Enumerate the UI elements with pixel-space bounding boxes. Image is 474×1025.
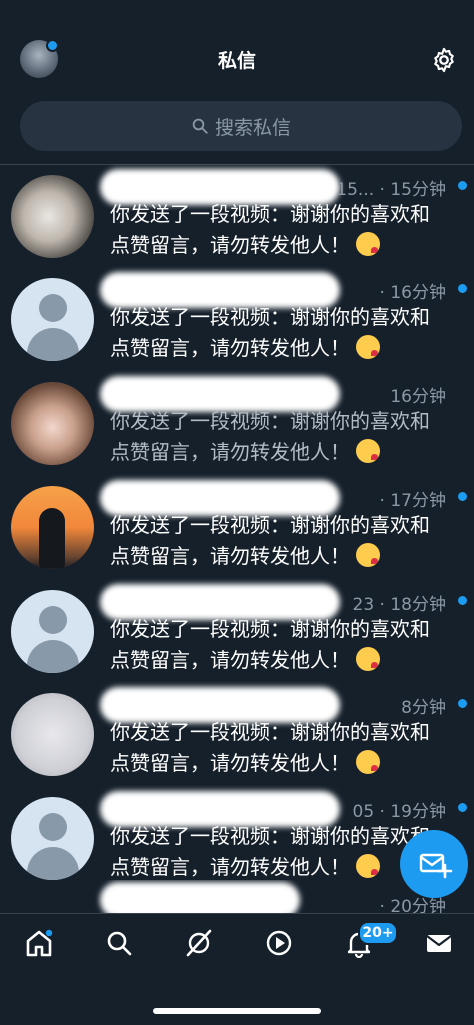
message-preview: 你发送了一段视频：谢谢你的喜欢和 点赞留言，请勿转发他人！	[110, 406, 470, 468]
message-preview: 你发送了一段视频：谢谢你的喜欢和 点赞留言，请勿转发他人！	[110, 199, 470, 261]
timestamp: · 20分钟	[379, 897, 446, 913]
search-placeholder: 搜索私信	[214, 116, 291, 139]
gear-icon[interactable]	[430, 46, 458, 74]
new-message-button[interactable]	[400, 830, 468, 898]
timestamp: · 15分钟	[379, 180, 446, 200]
message-line: 你发送了一段视频：谢谢你的喜欢和	[110, 202, 430, 226]
avatar[interactable]	[11, 590, 94, 673]
message-line: 点赞留言，请勿转发他人！	[110, 751, 350, 775]
message-line: 你发送了一段视频：谢谢你的喜欢和	[110, 305, 430, 329]
avatar[interactable]	[11, 175, 94, 258]
spaces-icon[interactable]	[184, 928, 214, 958]
kiss-emoji-icon	[356, 543, 380, 567]
notification-badge: 20+	[358, 921, 398, 945]
message-line: 你发送了一段视频：谢谢你的喜欢和	[110, 720, 430, 744]
conversation-row[interactable]: 23 · 18分钟 你发送了一段视频：谢谢你的喜欢和 点赞留言，请勿转发他人！	[0, 580, 474, 684]
conversation-row[interactable]: 16分钟 你发送了一段视频：谢谢你的喜欢和 点赞留言，请勿转发他人！	[0, 372, 474, 476]
timestamp: · 19分钟	[379, 802, 446, 822]
unread-dot	[458, 181, 467, 190]
conversation-row[interactable]: · 16分钟 你发送了一段视频：谢谢你的喜欢和 点赞留言，请勿转发他人！	[0, 268, 474, 372]
message-line: 你发送了一段视频：谢谢你的喜欢和	[110, 409, 430, 433]
message-line: 点赞留言，请勿转发他人！	[110, 440, 350, 464]
kiss-emoji-icon	[356, 854, 380, 878]
redacted-username	[100, 882, 300, 913]
unread-dot	[458, 284, 467, 293]
play-icon[interactable]	[264, 928, 294, 958]
handle-fragment: 23	[352, 595, 375, 615]
unread-dot	[458, 699, 467, 708]
avatar[interactable]	[11, 486, 94, 569]
avatar[interactable]	[11, 797, 94, 880]
unread-dot	[458, 596, 467, 605]
unread-dot	[458, 803, 467, 812]
search-input[interactable]: 搜索私信	[20, 101, 462, 151]
home-icon[interactable]	[24, 928, 54, 958]
kiss-emoji-icon	[356, 335, 380, 359]
message-line: 点赞留言，请勿转发他人！	[110, 233, 350, 257]
avatar[interactable]	[11, 382, 94, 465]
search-icon	[192, 118, 208, 134]
conversation-row[interactable]: 8分钟 你发送了一段视频：谢谢你的喜欢和 点赞留言，请勿转发他人！	[0, 683, 474, 787]
handle-fragment: 05	[352, 802, 375, 822]
top-bar: 私信	[0, 0, 474, 88]
message-line: 点赞留言，请勿转发他人！	[110, 336, 350, 360]
kiss-emoji-icon	[356, 232, 380, 256]
conversation-row[interactable]: · 17分钟 你发送了一段视频：谢谢你的喜欢和 点赞留言，请勿转发他人！	[0, 476, 474, 580]
message-preview: 你发送了一段视频：谢谢你的喜欢和 点赞留言，请勿转发他人！	[110, 614, 470, 676]
message-preview: 你发送了一段视频：谢谢你的喜欢和 点赞留言，请勿转发他人！	[110, 717, 470, 779]
compose-mail-icon	[419, 853, 453, 879]
message-line: 你发送了一段视频：谢谢你的喜欢和	[110, 617, 430, 641]
message-preview: 你发送了一段视频：谢谢你的喜欢和 点赞留言，请勿转发他人！	[110, 302, 470, 364]
timestamp: 8分钟	[401, 698, 446, 718]
handle-fragment: 15...	[336, 180, 375, 200]
conversation-row[interactable]: 15... · 15分钟 你发送了一段视频：谢谢你的喜欢和 点赞留言，请勿转发他…	[0, 165, 474, 269]
message-preview: 你发送了一段视频：谢谢你的喜欢和 点赞留言，请勿转发他人！	[110, 510, 470, 572]
message-line: 点赞留言，请勿转发他人！	[110, 855, 350, 879]
page-title: 私信	[217, 50, 256, 72]
timestamp: · 18分钟	[379, 595, 446, 615]
kiss-emoji-icon	[356, 750, 380, 774]
timestamp: · 16分钟	[379, 283, 446, 303]
home-indicator	[153, 1008, 321, 1014]
search-icon[interactable]	[104, 928, 134, 958]
message-line: 你发送了一段视频：谢谢你的喜欢和	[110, 513, 430, 537]
kiss-emoji-icon	[356, 439, 380, 463]
avatar[interactable]	[11, 693, 94, 776]
avatar[interactable]	[11, 278, 94, 361]
unread-dot	[458, 492, 467, 501]
mail-icon[interactable]	[424, 928, 454, 958]
message-line: 点赞留言，请勿转发他人！	[110, 648, 350, 672]
timestamp: · 17分钟	[379, 491, 446, 511]
timestamp: 16分钟	[390, 387, 446, 407]
message-line: 点赞留言，请勿转发他人！	[110, 544, 350, 568]
kiss-emoji-icon	[356, 647, 380, 671]
